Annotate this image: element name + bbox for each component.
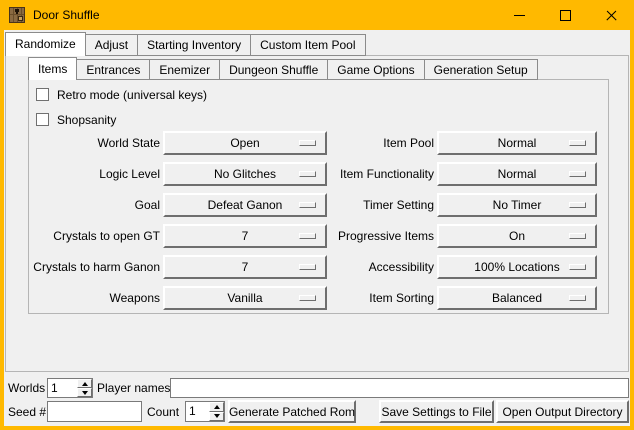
seed-input[interactable] bbox=[47, 401, 142, 422]
world-state-label: World State bbox=[10, 131, 160, 155]
dropdown-indicator-icon bbox=[569, 171, 586, 177]
weapons-value: Vanilla bbox=[227, 291, 262, 305]
tab-custom-item-pool[interactable]: Custom Item Pool bbox=[251, 34, 365, 56]
player-names-input[interactable] bbox=[170, 378, 629, 398]
tab-randomize[interactable]: Randomize bbox=[5, 32, 86, 56]
maximize-icon bbox=[560, 10, 571, 21]
minimize-icon bbox=[514, 15, 525, 16]
crystals-harm-ganon-label: Crystals to harm Ganon bbox=[10, 255, 160, 279]
dropdown-indicator-icon bbox=[569, 233, 586, 239]
dropdown-indicator-icon bbox=[569, 202, 586, 208]
worlds-spinner[interactable]: 1 bbox=[47, 378, 93, 398]
logic-level-value: No Glitches bbox=[214, 167, 276, 181]
tab-generation-setup[interactable]: Generation Setup bbox=[425, 59, 538, 80]
player-names-label: Player names bbox=[97, 378, 170, 398]
count-spinner[interactable]: 1 bbox=[185, 401, 225, 422]
item-functionality-select[interactable]: Normal bbox=[437, 162, 597, 186]
tab-starting-inventory[interactable]: Starting Inventory bbox=[138, 34, 251, 56]
item-pool-select[interactable]: Normal bbox=[437, 131, 597, 155]
retro-mode-label: Retro mode (universal keys) bbox=[57, 88, 207, 102]
arrow-up-icon bbox=[82, 382, 88, 386]
tab-adjust[interactable]: Adjust bbox=[86, 34, 138, 56]
item-sorting-label: Item Sorting bbox=[300, 286, 434, 310]
minimize-button[interactable] bbox=[496, 0, 542, 30]
timer-setting-select[interactable]: No Timer bbox=[437, 193, 597, 217]
open-output-directory-button[interactable]: Open Output Directory bbox=[496, 400, 629, 423]
crystals-harm-ganon-value: 7 bbox=[242, 260, 249, 274]
progressive-items-select[interactable]: On bbox=[437, 224, 597, 248]
item-pool-label: Item Pool bbox=[300, 131, 434, 155]
accessibility-value: 100% Locations bbox=[474, 260, 559, 274]
spin-down-button[interactable] bbox=[209, 412, 224, 422]
item-functionality-label: Item Functionality bbox=[300, 162, 434, 186]
window-title: Door Shuffle bbox=[33, 0, 100, 30]
weapons-label: Weapons bbox=[10, 286, 160, 310]
progressive-items-value: On bbox=[509, 229, 525, 243]
count-label: Count bbox=[147, 402, 179, 422]
crystals-open-gt-value: 7 bbox=[242, 229, 249, 243]
worlds-label: Worlds bbox=[8, 378, 45, 398]
save-settings-button[interactable]: Save Settings to File bbox=[379, 400, 494, 423]
accessibility-label: Accessibility bbox=[300, 255, 434, 279]
arrow-down-icon bbox=[82, 391, 88, 395]
door-shuffle-window: Door Shuffle Randomize Adjust Starting I… bbox=[0, 0, 634, 430]
accessibility-select[interactable]: 100% Locations bbox=[437, 255, 597, 279]
spin-down-button[interactable] bbox=[77, 388, 92, 397]
count-value: 1 bbox=[186, 402, 209, 421]
title-bar: Door Shuffle bbox=[0, 0, 634, 30]
goal-value: Defeat Ganon bbox=[208, 198, 283, 212]
seed-label: Seed # bbox=[8, 402, 46, 422]
logic-level-label: Logic Level bbox=[10, 162, 160, 186]
count-spinner-arrows bbox=[209, 402, 224, 421]
item-functionality-value: Normal bbox=[498, 167, 537, 181]
tab-game-options[interactable]: Game Options bbox=[328, 59, 424, 80]
item-sorting-value: Balanced bbox=[492, 291, 542, 305]
close-button[interactable] bbox=[588, 0, 634, 30]
maximize-button[interactable] bbox=[542, 0, 588, 30]
dropdown-indicator-icon bbox=[569, 264, 586, 270]
arrow-up-icon bbox=[214, 405, 220, 409]
timer-setting-label: Timer Setting bbox=[300, 193, 434, 217]
crystals-open-gt-label: Crystals to open GT bbox=[10, 224, 160, 248]
dropdown-indicator-icon bbox=[569, 140, 586, 146]
tab-items[interactable]: Items bbox=[28, 57, 77, 80]
close-icon bbox=[605, 9, 618, 22]
worlds-spinner-arrows bbox=[77, 379, 92, 397]
shopsanity-checkbox[interactable] bbox=[36, 113, 49, 126]
door-app-icon bbox=[9, 7, 25, 23]
main-tab-bar: Randomize Adjust Starting Inventory Cust… bbox=[5, 32, 366, 56]
item-pool-value: Normal bbox=[498, 136, 537, 150]
tab-dungeon-shuffle[interactable]: Dungeon Shuffle bbox=[220, 59, 328, 80]
world-state-value: Open bbox=[230, 136, 259, 150]
item-sorting-select[interactable]: Balanced bbox=[437, 286, 597, 310]
arrow-down-icon bbox=[214, 414, 220, 418]
retro-mode-checkbox[interactable] bbox=[36, 88, 49, 101]
dropdown-indicator-icon bbox=[569, 295, 586, 301]
sub-tab-bar: Items Entrances Enemizer Dungeon Shuffle… bbox=[28, 57, 538, 80]
tab-entrances[interactable]: Entrances bbox=[77, 59, 150, 80]
timer-setting-value: No Timer bbox=[493, 198, 542, 212]
shopsanity-label: Shopsanity bbox=[57, 113, 116, 127]
generate-patched-rom-button[interactable]: Generate Patched Rom bbox=[228, 400, 356, 423]
progressive-items-label: Progressive Items bbox=[300, 224, 434, 248]
goal-label: Goal bbox=[10, 193, 160, 217]
worlds-value: 1 bbox=[48, 379, 77, 397]
spin-up-button[interactable] bbox=[77, 379, 92, 388]
tab-enemizer[interactable]: Enemizer bbox=[150, 59, 220, 80]
spin-up-button[interactable] bbox=[209, 402, 224, 412]
